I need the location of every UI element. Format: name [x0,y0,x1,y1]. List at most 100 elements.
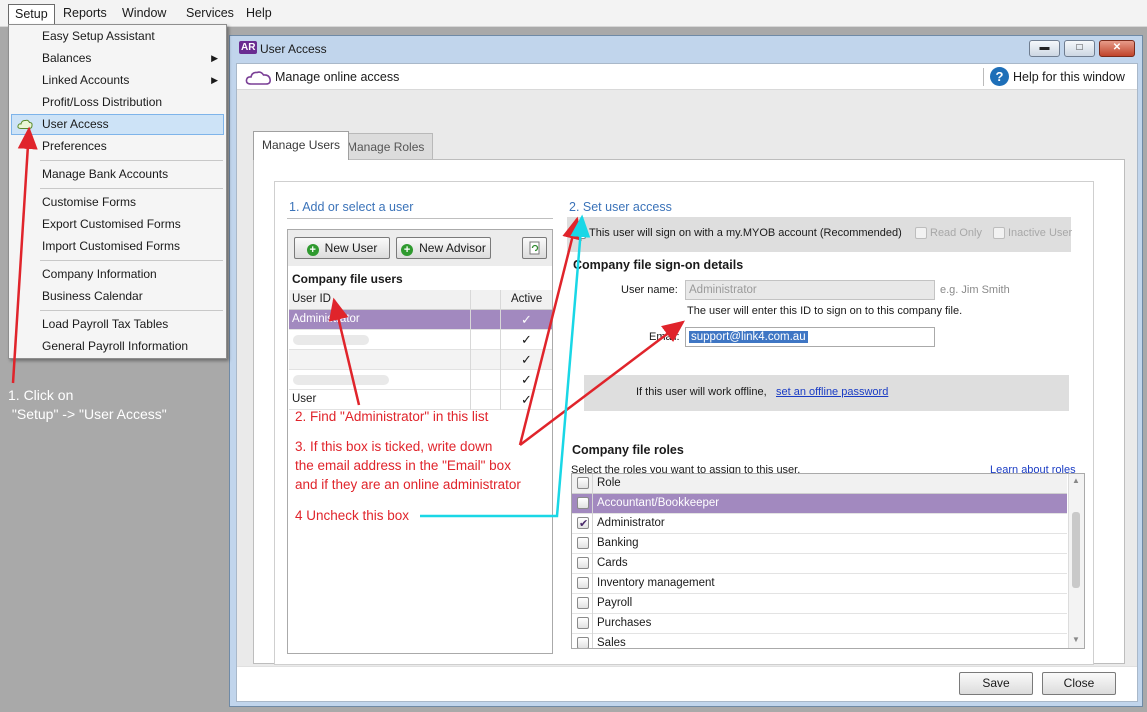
menu-separator [40,260,223,261]
role-row-banking[interactable]: Banking [572,534,1067,554]
menu-item-export-forms[interactable]: Export Customised Forms [11,214,224,235]
menu-setup[interactable]: Setup [8,4,55,24]
role-checkbox[interactable] [577,637,589,648]
user-row[interactable]: ✓ [289,350,552,370]
menu-item-label: Import Customised Forms [42,239,181,253]
role-label: Accountant/Bookkeeper [597,497,720,509]
user-id: Administrator [292,313,360,325]
role-checkbox[interactable] [577,497,589,509]
role-checkbox[interactable] [577,515,589,534]
email-value: support@link4.com.au [689,331,808,343]
menu-item-label: Load Payroll Tax Tables [42,317,169,331]
user-row[interactable]: ✓ [289,370,552,390]
new-user-button[interactable]: + New User [294,237,390,259]
help-icon[interactable]: ? [990,67,1009,86]
menu-item-payroll-tax-tables[interactable]: Load Payroll Tax Tables [11,314,224,335]
col-user-id: User ID [292,293,331,305]
offline-section: If this user will work offline, set an o… [584,375,1069,411]
maximize-button[interactable]: □ [1064,40,1095,57]
scroll-thumb[interactable] [1072,512,1080,588]
menu-item-linked-accounts[interactable]: Linked Accounts ▶ [11,70,224,91]
minimize-button[interactable]: ▬ [1029,40,1060,57]
active-check: ✓ [521,312,532,327]
window-title: User Access [260,42,327,56]
role-checkbox[interactable] [577,597,589,609]
setup-dropdown-menu: Easy Setup Assistant Balances ▶ Linked Ac… [8,24,227,359]
menu-services[interactable]: Services [180,4,240,24]
offline-password-link[interactable]: set an offline password [776,386,888,398]
menu-item-label: Easy Setup Assistant [42,29,155,43]
role-label: Payroll [597,597,633,609]
myob-account-checkbox[interactable] [574,225,586,239]
role-checkbox[interactable] [577,617,589,629]
role-checkbox[interactable] [577,557,589,569]
role-row-inventory[interactable]: Inventory management [572,574,1067,594]
header-divider [983,68,984,86]
window-header: Manage online access ? Help for this win… [237,64,1137,90]
select-all-checkbox[interactable] [577,477,589,489]
active-check: ✓ [521,332,532,347]
role-row-payroll[interactable]: Payroll [572,594,1067,614]
close-window-button[interactable]: ✕ [1099,40,1135,57]
submenu-arrow-icon: ▶ [211,53,218,63]
redacted-name [293,335,369,345]
username-field[interactable]: Administrator [685,280,935,300]
role-label: Sales [597,637,626,649]
inactive-user-checkbox[interactable] [993,227,1005,239]
header-title: Manage online access [275,70,400,84]
refresh-button[interactable] [522,237,547,259]
menu-item-label: Linked Accounts [42,73,130,87]
refresh-icon [529,241,540,255]
tab-manage-roles[interactable]: Manage Roles [338,133,434,160]
role-row-cards[interactable]: Cards [572,554,1067,574]
tab-manage-users[interactable]: Manage Users [253,131,350,160]
active-check: ✓ [521,352,532,367]
cloud-icon [17,119,33,129]
menu-help[interactable]: Help [240,4,278,24]
save-button[interactable]: Save [959,672,1033,695]
menu-window[interactable]: Window [116,4,172,24]
menu-item-business-calendar[interactable]: Business Calendar [11,286,224,307]
user-row-administrator[interactable]: Administrator ✓ [289,310,552,330]
menu-item-company-info[interactable]: Company Information [11,264,224,285]
redacted-name [293,375,389,385]
read-only-label: Read Only [930,227,982,239]
menu-item-import-forms[interactable]: Import Customised Forms [11,236,224,257]
menu-reports[interactable]: Reports [57,4,113,24]
scroll-up-icon[interactable]: ▲ [1072,476,1080,485]
menu-item-profit-loss[interactable]: Profit/Loss Distribution [11,92,224,113]
role-label: Administrator [597,517,665,529]
menu-item-preferences[interactable]: Preferences [11,136,224,157]
menu-item-customise-forms[interactable]: Customise Forms [11,192,224,213]
annotation-step3-line3: and if they are an online administrator [295,477,521,492]
role-checkbox[interactable] [577,537,589,549]
new-advisor-button[interactable]: + New Advisor [396,237,491,259]
annotation-step3-line2: the email address in the "Email" box [295,458,511,473]
email-field[interactable]: support@link4.com.au [685,327,935,347]
scroll-down-icon[interactable]: ▼ [1072,635,1080,644]
role-label: Inventory management [597,577,715,589]
active-check: ✓ [521,392,532,407]
role-row-administrator[interactable]: Administrator [572,514,1067,534]
role-row-purchases[interactable]: Purchases [572,614,1067,634]
role-checkbox[interactable] [577,577,589,589]
menu-item-balances[interactable]: Balances ▶ [11,48,224,69]
menu-item-easy-setup[interactable]: Easy Setup Assistant [11,26,224,47]
app-badge-icon: AR [239,41,258,54]
roles-scrollbar[interactable]: ▲ ▼ [1068,474,1084,648]
menu-item-user-access[interactable]: User Access [11,114,224,135]
menu-item-label: Balances [42,51,92,65]
menu-item-bank-accounts[interactable]: Manage Bank Accounts [11,164,224,185]
myob-account-label: This user will sign on with a my.MYOB ac… [589,227,902,239]
menu-item-general-payroll[interactable]: General Payroll Information [11,336,224,357]
help-link[interactable]: Help for this window [1013,70,1125,84]
role-row-sales[interactable]: Sales [572,634,1067,649]
set-user-access-heading: 2. Set user access [569,200,672,214]
active-check: ✓ [521,372,532,387]
new-user-label: New User [324,241,378,255]
menu-item-label: Preferences [42,139,107,153]
close-button[interactable]: Close [1042,672,1116,695]
read-only-checkbox[interactable] [915,227,927,239]
user-row[interactable]: ✓ [289,330,552,350]
role-row-accountant[interactable]: Accountant/Bookkeeper [572,494,1067,514]
